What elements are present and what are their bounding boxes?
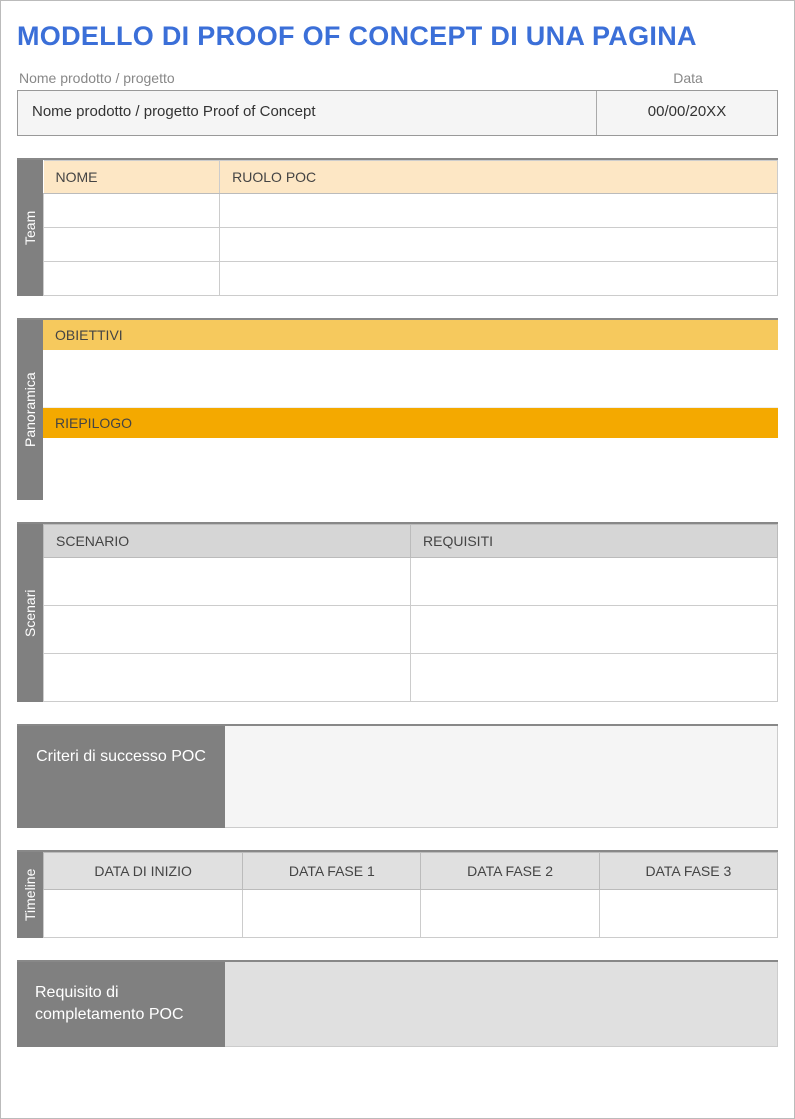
team-col-role: RUOLO POC [220,161,778,194]
scenario-cell[interactable] [44,654,411,702]
completamento-field[interactable] [225,962,778,1047]
team-col-name: NOME [44,161,220,194]
table-row [44,228,778,262]
scenari-table: SCENARIO REQUISITI [43,524,778,702]
obiettivi-field[interactable] [43,350,778,408]
meta-row: Nome prodotto / progetto Proof of Concep… [17,90,778,136]
table-row [44,606,778,654]
requisiti-cell[interactable] [411,654,778,702]
completamento-section: Requisito di completamento POC [17,960,778,1047]
timeline-header: DATA DI INIZIO [44,853,243,890]
scenari-col-requisiti: REQUISITI [411,525,778,558]
name-field[interactable]: Nome prodotto / progetto Proof of Concep… [18,91,597,135]
requisiti-cell[interactable] [411,606,778,654]
scenari-section: Scenari SCENARIO REQUISITI [17,522,778,702]
criteri-field[interactable] [225,726,778,828]
requisiti-cell[interactable] [411,558,778,606]
panoramica-side-label: Panoramica [17,320,43,500]
scenario-cell[interactable] [44,558,411,606]
timeline-side-label: Timeline [17,852,43,938]
table-row [44,194,778,228]
team-role-cell[interactable] [220,228,778,262]
scenari-side-label: Scenari [17,524,43,702]
team-role-cell[interactable] [220,262,778,296]
timeline-cell[interactable] [243,890,421,938]
team-table: NOME RUOLO POC [43,160,778,296]
date-label: Data [598,70,778,86]
riepilogo-header: RIEPILOGO [43,408,778,438]
obiettivi-header: OBIETTIVI [43,320,778,350]
page: MODELLO DI PROOF OF CONCEPT DI UNA PAGIN… [0,0,795,1119]
scenari-col-scenario: SCENARIO [44,525,411,558]
team-role-cell[interactable] [220,194,778,228]
date-field[interactable]: 00/00/20XX [597,91,777,135]
timeline-cell[interactable] [599,890,777,938]
page-title: MODELLO DI PROOF OF CONCEPT DI UNA PAGIN… [17,21,778,52]
table-row [44,558,778,606]
team-side-label: Team [17,160,43,296]
riepilogo-field[interactable] [43,438,778,500]
criteri-side-label: Criteri di successo POC [17,726,225,828]
timeline-header: DATA FASE 1 [243,853,421,890]
table-row [44,262,778,296]
timeline-header: DATA FASE 3 [599,853,777,890]
team-name-cell[interactable] [44,262,220,296]
timeline-header: DATA FASE 2 [421,853,599,890]
name-label: Nome prodotto / progetto [17,70,598,86]
timeline-cell[interactable] [44,890,243,938]
panoramica-section: Panoramica OBIETTIVI RIEPILOGO [17,318,778,500]
team-name-cell[interactable] [44,194,220,228]
criteri-section: Criteri di successo POC [17,724,778,828]
table-row [44,890,778,938]
team-name-cell[interactable] [44,228,220,262]
completamento-side-label: Requisito di completamento POC [17,962,225,1047]
table-row [44,654,778,702]
scenario-cell[interactable] [44,606,411,654]
team-section: Team NOME RUOLO POC [17,158,778,296]
timeline-table: DATA DI INIZIO DATA FASE 1 DATA FASE 2 D… [43,852,778,938]
timeline-section: Timeline DATA DI INIZIO DATA FASE 1 DATA… [17,850,778,938]
meta-labels: Nome prodotto / progetto Data [17,70,778,86]
timeline-cell[interactable] [421,890,599,938]
